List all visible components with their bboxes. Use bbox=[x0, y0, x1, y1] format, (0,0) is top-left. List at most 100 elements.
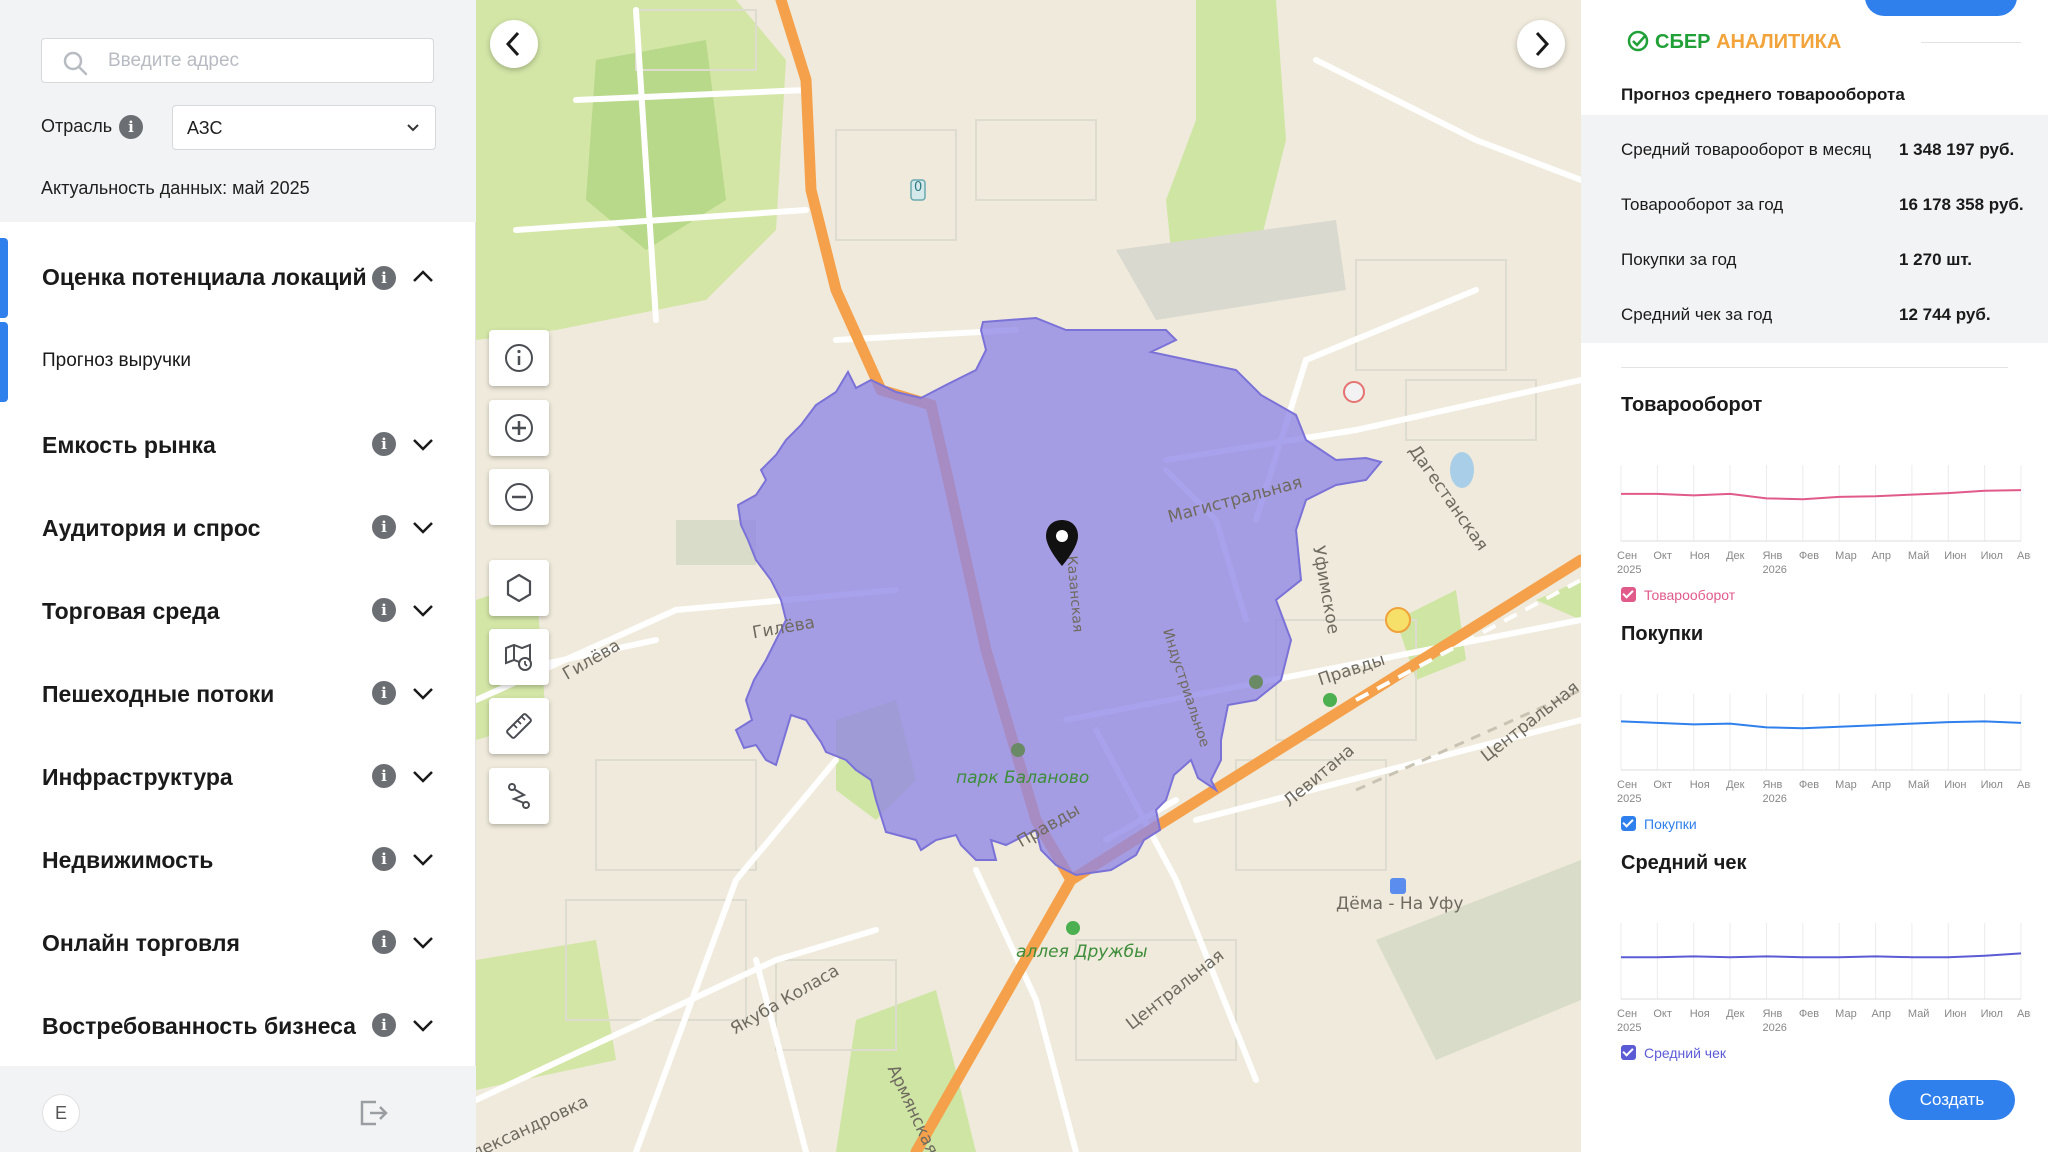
metric-label: Покупки за год bbox=[1621, 250, 1737, 269]
map-info-button[interactable] bbox=[489, 330, 549, 386]
location-pin-icon[interactable] bbox=[1044, 518, 1080, 568]
metric-value: 12 744 руб. bbox=[1899, 305, 1991, 324]
subitem-revenue-forecast[interactable]: Прогноз выручки bbox=[42, 350, 191, 372]
chart-legend[interactable]: Покупки bbox=[1621, 816, 1697, 832]
info-icon[interactable]: i bbox=[372, 764, 396, 788]
section-retail-environment[interactable]: Торговая среда i bbox=[0, 586, 476, 636]
chart-legend[interactable]: Товарооборот bbox=[1621, 587, 1735, 603]
x-tick-label: Мар bbox=[1835, 1008, 1857, 1020]
zoom-in-icon bbox=[505, 414, 533, 442]
address-search[interactable] bbox=[41, 38, 434, 83]
legend-checkbox[interactable] bbox=[1621, 1045, 1636, 1060]
park-label: парк Баланово bbox=[956, 768, 1090, 788]
x-tick-label: Сен bbox=[1617, 779, 1637, 791]
x-tick-label: Сен bbox=[1617, 550, 1637, 562]
route-tool-button[interactable] bbox=[489, 768, 549, 824]
data-freshness: Актуальность данных: май 2025 bbox=[41, 178, 310, 198]
section-audience-demand[interactable]: Аудитория и спрос i bbox=[0, 503, 476, 553]
info-icon[interactable]: i bbox=[372, 681, 396, 705]
chevron-down-icon[interactable] bbox=[410, 1012, 436, 1038]
chevron-down-icon[interactable] bbox=[410, 597, 436, 623]
analytics-panel: СБЕР АНАЛИТИКА Прогноз среднего товарооб… bbox=[1581, 0, 2048, 1152]
avg-check-chart: Сен 2025 Окт Ноя Дек Янв 2026 Фев Мар Апр Май Июн Ию… bbox=[1617, 923, 2031, 1034]
zoom-out-button[interactable] bbox=[489, 469, 549, 525]
info-icon[interactable]: i bbox=[372, 515, 396, 539]
legend-checkbox[interactable] bbox=[1621, 816, 1636, 831]
series-line bbox=[1621, 952, 2022, 959]
info-icon[interactable]: i bbox=[372, 930, 396, 954]
legend-label: Товарооборот bbox=[1644, 587, 1736, 603]
metric-row: Средний товарооборот в месяц 1 348 197 р… bbox=[1581, 115, 2048, 170]
chart-title: Товарооборот bbox=[1621, 394, 1763, 416]
metric-row: Товарооборот за год 16 178 358 руб. bbox=[1581, 170, 2048, 225]
route-icon bbox=[508, 783, 530, 809]
map-next-button[interactable] bbox=[1517, 20, 1565, 68]
chevron-left-icon bbox=[505, 31, 520, 57]
industry-label: Отрасль bbox=[41, 116, 113, 136]
section-location-potential[interactable]: Оценка потенциала локаций i bbox=[0, 238, 476, 318]
info-icon[interactable]: i bbox=[372, 266, 396, 290]
hexagon-tool-button[interactable] bbox=[489, 560, 549, 616]
map-history-button[interactable] bbox=[489, 629, 549, 685]
section-market-capacity[interactable]: Емкость рынка i bbox=[0, 420, 476, 470]
x-tick-label: Авг bbox=[2017, 1008, 2031, 1020]
section-business-demand[interactable]: Востребованность бизнеса i bbox=[0, 1001, 476, 1051]
chevron-down-icon[interactable] bbox=[410, 929, 436, 955]
section-online-retail[interactable]: Онлайн торговля i bbox=[0, 918, 476, 968]
info-icon bbox=[505, 344, 533, 372]
create-button[interactable]: Создать bbox=[1889, 1080, 2015, 1120]
brand-analytics: АНАЛИТИКА bbox=[1716, 31, 1842, 53]
legend-label: Средний чек bbox=[1644, 1045, 1727, 1061]
x-tick-label: Май bbox=[1908, 1008, 1930, 1020]
industry-select[interactable]: АЗС bbox=[172, 105, 436, 150]
x-tick-label: Июн bbox=[1944, 1008, 1966, 1020]
chevron-down-icon[interactable] bbox=[410, 763, 436, 789]
chevron-down-icon[interactable] bbox=[410, 680, 436, 706]
x-tick-label: Ноя bbox=[1690, 550, 1710, 562]
chevron-up-icon[interactable] bbox=[410, 264, 436, 290]
chevron-down-icon[interactable] bbox=[410, 846, 436, 872]
map-prev-button[interactable] bbox=[490, 20, 538, 68]
x-tick-label: 2025 bbox=[1617, 793, 1641, 805]
metric-row: Средний чек за год 12 744 руб. bbox=[1581, 280, 2048, 335]
metric-row: Покупки за год 1 270 шт. bbox=[1581, 225, 2048, 280]
station-label: Дёма - На Уфу bbox=[1336, 894, 1464, 914]
chart-legend[interactable]: Средний чек bbox=[1621, 1045, 1726, 1061]
x-tick-label: 2025 bbox=[1617, 1022, 1641, 1034]
chevron-down-icon[interactable] bbox=[410, 514, 436, 540]
brand-logo: СБЕР АНАЛИТИКА bbox=[1627, 30, 1841, 54]
legend-checkbox[interactable] bbox=[1621, 587, 1636, 602]
x-tick-label: Окт bbox=[1653, 550, 1672, 562]
info-icon[interactable]: i bbox=[372, 1013, 396, 1037]
x-tick-label: Янв bbox=[1762, 550, 1782, 562]
user-avatar[interactable]: E bbox=[42, 1094, 80, 1132]
info-icon[interactable]: i bbox=[372, 432, 396, 456]
chevron-down-icon[interactable] bbox=[410, 431, 436, 457]
x-tick-label: Окт bbox=[1653, 1008, 1672, 1020]
legend-label: Покупки bbox=[1644, 816, 1697, 832]
industry-info-icon[interactable]: i bbox=[119, 115, 143, 139]
section-title: Аудитория и спрос bbox=[42, 515, 261, 541]
section-title: Онлайн торговля bbox=[42, 930, 240, 956]
info-icon[interactable]: i bbox=[372, 847, 396, 871]
x-tick-label: Июл bbox=[1981, 779, 2003, 791]
search-input[interactable] bbox=[108, 39, 418, 82]
info-icon[interactable]: i bbox=[372, 598, 396, 622]
filters-panel: Отрасль i АЗС Актуальность данных: май 2… bbox=[0, 0, 476, 222]
x-tick-label: Июл bbox=[1981, 1008, 2003, 1020]
zoom-in-button[interactable] bbox=[489, 400, 549, 456]
x-tick-label: Июн bbox=[1944, 550, 1966, 562]
metric-value: 1 348 197 руб. bbox=[1899, 140, 2015, 159]
ruler-tool-button[interactable] bbox=[489, 698, 549, 754]
section-real-estate[interactable]: Недвижимость i bbox=[0, 835, 476, 885]
top-action-button[interactable] bbox=[1865, 0, 2017, 16]
logout-icon[interactable] bbox=[356, 1096, 390, 1130]
section-infrastructure[interactable]: Инфраструктура i bbox=[0, 752, 476, 802]
divider bbox=[1921, 42, 2021, 43]
series-line bbox=[1620, 720, 2022, 730]
x-tick-label: Апр bbox=[1872, 1008, 1891, 1020]
x-tick-label: Июл bbox=[1981, 550, 2003, 562]
map-canvas[interactable]: Гилёва Гилёва Магистральная Дагестанская… bbox=[476, 0, 1581, 1152]
x-tick-label: 2026 bbox=[1762, 793, 1786, 805]
section-pedestrian-flows[interactable]: Пешеходные потоки i bbox=[0, 669, 476, 719]
